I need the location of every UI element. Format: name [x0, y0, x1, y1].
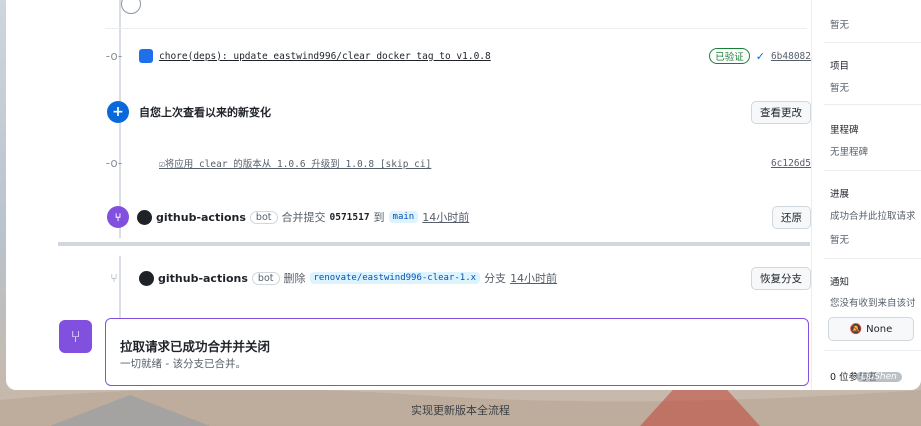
revert-button[interactable]: 还原 [772, 205, 811, 229]
notifications-button-label: None [866, 323, 893, 335]
development-title: 进展 [830, 189, 850, 200]
to-text: 到 [373, 211, 385, 224]
commit-row: -o- chore(deps): update eastwind996/clea… [105, 47, 811, 65]
branch-text: 分支 [484, 272, 507, 285]
pr-sidebar: 暂无 项目 暂无 里程碑 无里程碑 进展 成功合并此拉取请求 暂无 通知 您没有… [811, 0, 921, 390]
divider [824, 170, 921, 171]
timestamp-link[interactable]: 14小时前 [510, 270, 557, 286]
branch-icon: ⑂ [110, 271, 118, 285]
commit-icon: -o- [105, 49, 123, 63]
milestone-value: 无里程碑 [830, 147, 869, 158]
caption: 实现更新版本全流程 [411, 404, 510, 417]
actor-link[interactable]: github-actions [156, 211, 246, 224]
divider [824, 42, 921, 43]
commit-message-link[interactable]: chore(deps): update eastwind996/clear do… [159, 51, 491, 62]
commit-row: -o- ☑将应用 clear 的版本从 1.0.6 升级到 1.0.8 [ski… [105, 154, 811, 172]
notifications-text: 您没有收到来自该讨 [830, 298, 916, 309]
new-changes-label: 自您上次查看以来的新变化 [139, 106, 271, 119]
development-text: 成功合并此拉取请求 [830, 211, 916, 222]
divider [105, 28, 807, 29]
branch-label[interactable]: renovate/eastwind996-clear-1.x [309, 272, 481, 284]
commit-link[interactable]: 0571517 [330, 212, 370, 223]
deleted-text: 删除 [283, 272, 306, 285]
bot-badge: bot [249, 210, 278, 224]
projects-value: 暂无 [830, 83, 850, 94]
new-changes-row: + 自您上次查看以来的新变化 查看更改 [105, 100, 811, 124]
milestone-title[interactable]: 里程碑 [830, 122, 921, 136]
development-value: 暂无 [830, 235, 850, 246]
divider [824, 258, 921, 259]
notifications-title: 通知 [830, 277, 850, 288]
merged-icon: ⑂ [59, 320, 92, 353]
divider [824, 350, 921, 351]
commit-sha-link[interactable]: 6b48082 [771, 51, 811, 62]
bot-badge: bot [251, 271, 280, 285]
merged-title: 拉取请求已成功合并并关闭 [120, 339, 271, 354]
divider [824, 104, 921, 105]
renovate-avatar[interactable] [139, 49, 153, 63]
merge-icon: ⑂ [107, 206, 129, 228]
bell-slash-icon: 🔕 [849, 323, 863, 335]
commit-icon: -o- [105, 156, 123, 170]
view-changes-button[interactable]: 查看更改 [751, 100, 811, 124]
timestamp-link[interactable]: 14小时前 [422, 209, 469, 225]
merge-event-row: ⑂ github-actions bot 合并提交 0571517 到 main… [105, 205, 811, 229]
restore-branch-button[interactable]: 恢复分支 [751, 266, 811, 290]
check-icon: ✓ [755, 49, 765, 63]
commit-sha-link[interactable]: 6c126d5 [771, 158, 811, 169]
github-avatar[interactable] [139, 270, 154, 286]
merged-text: 合并提交 [281, 211, 326, 224]
delete-branch-row: ⑂ github-actions bot 删除 renovate/eastwin… [105, 266, 811, 290]
merged-subtitle: 一切就绪 - 该分支已合并。 [120, 358, 246, 370]
verified-badge[interactable]: 已验证 [709, 48, 750, 64]
projects-title[interactable]: 项目 [830, 58, 921, 72]
notifications-button[interactable]: 🔕 None [828, 317, 914, 341]
sidebar-top-value: 暂无 [830, 20, 850, 31]
watermark: LiuShen [856, 372, 902, 382]
github-avatar[interactable] [137, 209, 152, 225]
merged-status-box: 拉取请求已成功合并并关闭 一切就绪 - 该分支已合并。 [105, 318, 809, 386]
timeline-separator [58, 242, 810, 246]
branch-label[interactable]: main [388, 211, 419, 223]
actor-link[interactable]: github-actions [158, 272, 248, 285]
commit-message-link[interactable]: ☑将应用 clear 的版本从 1.0.6 升级到 1.0.8 [skip ci… [159, 156, 431, 170]
plus-icon: + [107, 101, 129, 123]
